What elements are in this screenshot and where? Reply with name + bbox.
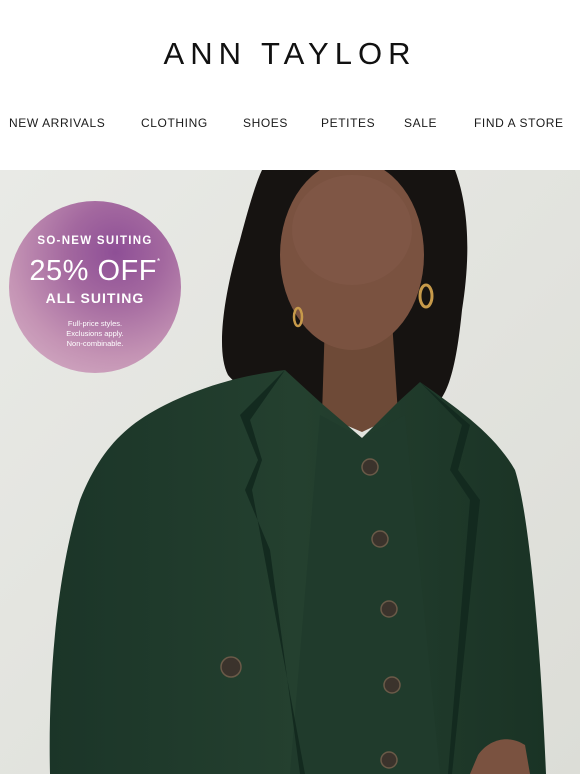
suit-button bbox=[383, 676, 401, 694]
brand-logo[interactable]: ANN TAYLOR bbox=[0, 36, 580, 72]
promo-eyebrow: SO-NEW SUITING bbox=[37, 235, 153, 247]
nav-petites[interactable]: PETITES bbox=[321, 116, 375, 130]
fine-print-line: Non-combinable. bbox=[66, 339, 124, 348]
main-nav: NEW ARRIVALS CLOTHING SHOES PETITES SALE… bbox=[0, 116, 580, 136]
nav-find-a-store[interactable]: FIND A STORE bbox=[474, 116, 564, 130]
nav-new-arrivals[interactable]: NEW ARRIVALS bbox=[9, 116, 105, 130]
promo-fine-print: Full-price styles. Exclusions apply. Non… bbox=[9, 319, 181, 349]
fine-print-line: Exclusions apply. bbox=[66, 329, 124, 338]
promo-asterisk: * bbox=[156, 257, 161, 266]
fine-print-line: Full-price styles. bbox=[67, 319, 123, 328]
suit-button bbox=[380, 751, 398, 769]
nav-sale[interactable]: SALE bbox=[404, 116, 437, 130]
suit-button bbox=[380, 600, 398, 618]
suit-button bbox=[361, 458, 379, 476]
suit-button bbox=[220, 656, 242, 678]
promo-badge[interactable]: SO-NEW SUITING 25% OFF* ALL SUITING Full… bbox=[9, 201, 181, 373]
promo-headline-text: 25% OFF bbox=[29, 255, 157, 287]
suit-button bbox=[371, 530, 389, 548]
nav-clothing[interactable]: CLOTHING bbox=[141, 116, 208, 130]
promo-subhead: ALL SUITING bbox=[45, 290, 145, 306]
promo-headline: 25% OFF* bbox=[9, 255, 181, 288]
nav-shoes[interactable]: SHOES bbox=[243, 116, 288, 130]
email-header: ANN TAYLOR NEW ARRIVALS CLOTHING SHOES P… bbox=[0, 0, 580, 170]
